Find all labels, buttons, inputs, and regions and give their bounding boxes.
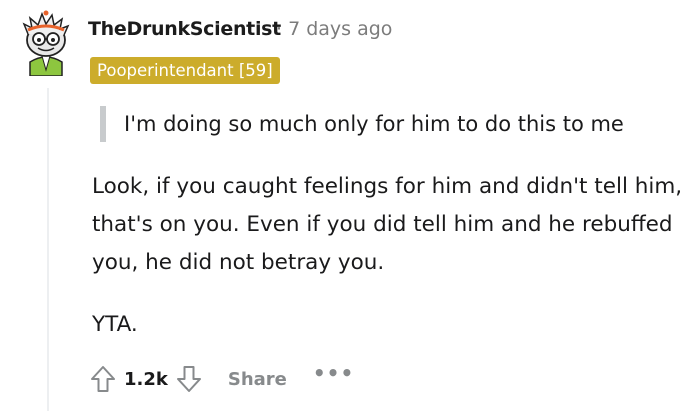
upvote-button[interactable] (86, 361, 120, 397)
scientist-snoo-avatar-icon (22, 10, 70, 77)
user-flair: Pooperintendant [59] (90, 57, 280, 84)
comment-author[interactable]: TheDrunkScientist (88, 18, 281, 40)
quoted-text: I'm doing so much only for him to do thi… (100, 106, 624, 142)
comment-paragraph: Look, if you caught feelings for him and… (92, 174, 683, 275)
comment-verdict: YTA. (92, 312, 138, 337)
share-button[interactable]: Share (228, 369, 287, 390)
comment-timestamp[interactable]: 7 days ago (288, 18, 392, 40)
vote-score: 1.2k (124, 368, 168, 390)
arrow-up-icon (91, 366, 115, 392)
comment-body: Look, if you caught feelings for him and… (92, 168, 687, 282)
arrow-down-icon (176, 366, 201, 392)
downvote-button[interactable] (172, 361, 206, 397)
meta-separator: · (276, 18, 283, 40)
comment-meta: · 7 days ago (276, 18, 392, 40)
thread-line[interactable] (47, 88, 49, 411)
comment-actions: 1.2k Share ••• (86, 359, 354, 399)
ellipsis-icon[interactable]: ••• (313, 361, 354, 385)
avatar[interactable] (16, 10, 76, 77)
